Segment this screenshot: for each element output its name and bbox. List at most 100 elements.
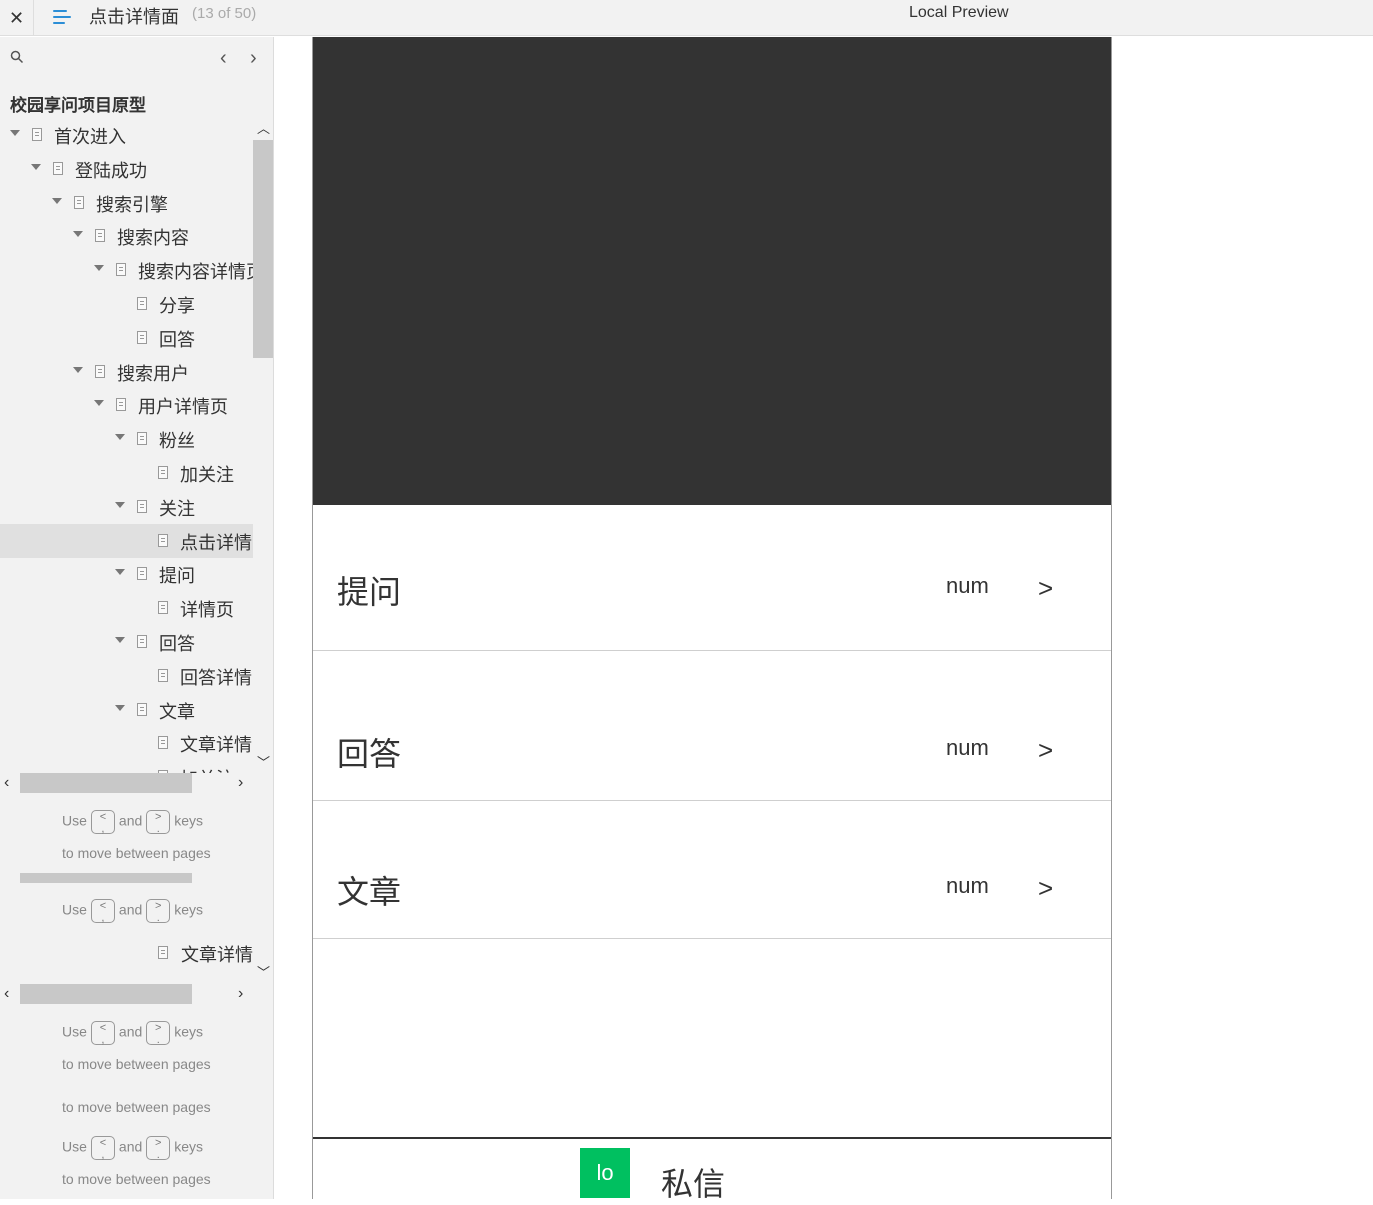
tree-item[interactable]: 提问 xyxy=(0,557,253,591)
chevron-right-icon: > xyxy=(1038,873,1054,903)
page-icon xyxy=(95,229,105,243)
close-button[interactable]: ✕ xyxy=(0,0,34,36)
tree-item[interactable]: 搜索引擎 xyxy=(0,186,253,220)
tree-item-label: 登陆成功 xyxy=(75,160,147,181)
scroll-down-icon[interactable]: ﹀ xyxy=(257,962,270,981)
tree-item[interactable]: 关注 xyxy=(0,490,253,524)
tree-item[interactable]: 回答 xyxy=(0,625,253,659)
articles-row[interactable]: 文章 num > xyxy=(313,801,1111,939)
chevron-right-icon: > xyxy=(1038,735,1054,765)
scroll-left-icon[interactable]: ‹ xyxy=(4,774,9,792)
tree-item[interactable]: 搜索内容详情页 xyxy=(0,253,253,287)
row-count: num xyxy=(946,735,989,760)
tree-item[interactable]: 文章详情 xyxy=(0,726,253,760)
scrollbar-thumb[interactable] xyxy=(20,873,192,883)
tree-item[interactable]: 登陆成功 xyxy=(0,152,253,186)
scrollbar-thumb[interactable] xyxy=(20,773,192,793)
prev-key-icon: <, xyxy=(90,1021,115,1046)
scroll-right-icon[interactable]: › xyxy=(238,774,243,792)
tree-item-label: 搜索引擎 xyxy=(96,194,168,215)
caret-down-icon[interactable] xyxy=(10,130,20,136)
page-icon xyxy=(158,601,168,615)
tree-item-label: 详情页 xyxy=(180,600,234,621)
sidebar: ‹ › 校园享问项目原型 首次进入 登陆成功 搜索引擎 搜索内容 搜索内容详情页 分享 回答… xyxy=(0,37,274,1199)
tree-item[interactable]: 分享 xyxy=(0,287,253,321)
tree-item-label: 粉丝 xyxy=(159,431,195,452)
tree-item[interactable]: 点击详情 xyxy=(0,523,253,558)
page-icon xyxy=(137,499,147,513)
caret-down-icon[interactable] xyxy=(52,197,62,204)
tree-horizontal-scrollbar[interactable]: ‹ › xyxy=(0,984,253,1004)
tree-vertical-scrollbar[interactable]: ︿ ﹀ xyxy=(253,118,273,773)
tree-item[interactable]: 搜索内容 xyxy=(0,219,253,253)
page-count: (13 of 50) xyxy=(192,5,257,22)
tree-item[interactable]: 用户详情页 xyxy=(0,388,253,422)
page-icon xyxy=(116,263,126,277)
tree-item[interactable]: 加关注 xyxy=(0,456,253,490)
lo-button[interactable]: lo xyxy=(580,1148,630,1198)
banner-image xyxy=(313,37,1111,505)
scrollbar-thumb[interactable] xyxy=(20,984,192,1004)
tree-item[interactable]: 搜索用户 xyxy=(0,355,253,389)
caret-down-icon[interactable] xyxy=(115,501,125,508)
private-message-button[interactable]: 私信 xyxy=(661,1159,725,1205)
scroll-left-icon[interactable]: ‹ xyxy=(4,985,9,1003)
caret-down-icon[interactable] xyxy=(115,434,125,441)
tree-item-label: 加关注 xyxy=(180,765,234,773)
tree-item-label: 加关注 xyxy=(180,465,234,485)
page-icon xyxy=(158,668,168,682)
tree-item-label: 关注 xyxy=(159,498,195,519)
tree-item-label: 文章详情 xyxy=(180,735,252,756)
page-icon xyxy=(116,398,126,412)
caret-down-icon[interactable] xyxy=(73,231,83,238)
next-key-icon: >. xyxy=(146,1021,171,1046)
caret-down-icon[interactable] xyxy=(115,569,125,576)
row-count: num xyxy=(946,873,989,898)
page-icon xyxy=(137,567,147,581)
answers-row[interactable]: 回答 num > xyxy=(313,651,1111,801)
prev-page-icon[interactable]: ‹ xyxy=(220,47,227,70)
scroll-down-icon[interactable]: ﹀ xyxy=(257,752,270,771)
menu-icon[interactable] xyxy=(50,6,74,30)
page-icon xyxy=(137,702,147,716)
row-label: 提问 xyxy=(337,574,402,610)
tree-item[interactable]: 文章详情 xyxy=(0,936,253,970)
next-key-icon: >. xyxy=(146,1136,171,1161)
questions-row[interactable]: 提问 num > xyxy=(313,505,1111,651)
tree-item[interactable]: 详情页 xyxy=(0,591,253,625)
tree-item-label: 分享 xyxy=(159,296,195,316)
scroll-up-icon[interactable]: ︿ xyxy=(257,118,270,137)
page-icon xyxy=(74,195,84,209)
page-icon xyxy=(158,533,168,547)
tree-item[interactable]: 文章 xyxy=(0,693,253,727)
top-bar: ✕ 点击详情面 (13 of 50) Local Preview xyxy=(0,0,1373,36)
scroll-right-icon[interactable]: › xyxy=(238,985,243,1003)
caret-down-icon[interactable] xyxy=(94,400,104,407)
caret-down-icon[interactable] xyxy=(31,163,41,170)
tree-horizontal-scrollbar[interactable]: ‹ › xyxy=(0,773,253,793)
prev-key-icon: <, xyxy=(90,899,115,924)
tree-item[interactable]: 粉丝 xyxy=(0,422,253,456)
tree-horizontal-scrollbar[interactable] xyxy=(0,873,253,883)
caret-down-icon[interactable] xyxy=(73,366,83,373)
next-key-icon: >. xyxy=(146,899,171,924)
caret-down-icon[interactable] xyxy=(115,637,125,643)
next-page-icon[interactable]: › xyxy=(250,47,257,70)
search-icon[interactable] xyxy=(10,50,24,67)
tree-item[interactable]: 回答 xyxy=(0,321,253,355)
tree-item-label: 提问 xyxy=(159,566,195,587)
scrollbar-thumb[interactable] xyxy=(253,140,273,358)
preview-label: Local Preview xyxy=(909,4,1009,21)
page-icon xyxy=(158,736,168,750)
tree-item-label: 点击详情 xyxy=(180,532,252,553)
tree-item[interactable]: 回答详情 xyxy=(0,659,253,693)
page-icon xyxy=(137,297,147,310)
tree-item[interactable]: 首次进入 xyxy=(0,118,253,152)
keyboard-hint: Use < ,and > .keys xyxy=(62,899,204,924)
caret-down-icon[interactable] xyxy=(115,704,125,711)
tree-item-label: 首次进入 xyxy=(54,127,126,147)
tree-item[interactable]: 加关注 xyxy=(0,760,253,773)
tree-item-label: 回答 xyxy=(159,634,195,654)
caret-down-icon[interactable] xyxy=(94,265,104,272)
tree-item-label: 回答详情 xyxy=(180,667,252,688)
